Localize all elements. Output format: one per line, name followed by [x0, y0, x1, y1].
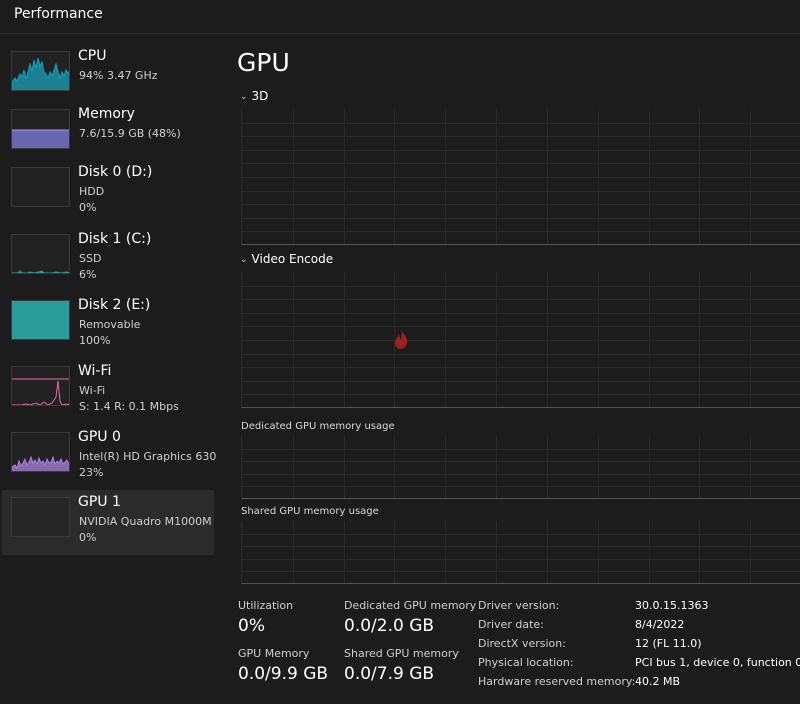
gpu-detail-panel: GPU ⌄ 3D ⌄ Video Encode Dedicated GPU memo… [214, 34, 800, 704]
sidebar-item-detail: NVIDIA Quadro M1000M [79, 515, 212, 528]
sidebar-item-disk-1[interactable]: Disk 1 (C:) SSD 6% [2, 227, 214, 292]
sidebar-item-label: GPU 0 [78, 429, 121, 445]
sidebar-item-detail: 7.6/15.9 GB (48%) [79, 127, 181, 140]
dedicated-memory-graph [241, 436, 800, 499]
dedicated-memory-value: 0.0/2.0 GB [344, 616, 435, 636]
sidebar-item-gpu-0[interactable]: GPU 0 Intel(R) HD Graphics 630 23% [2, 425, 217, 490]
engine-video-encode-graph [241, 272, 800, 408]
sidebar-item-detail: Removable [79, 318, 141, 331]
sidebar-item-label: Disk 1 (C:) [78, 231, 152, 247]
sidebar-item-gpu-1[interactable]: GPU 1 NVIDIA Quadro M1000M 0% [2, 490, 214, 555]
sidebar-item-detail: Wi-Fi [79, 384, 106, 397]
title-bar: Performance [0, 0, 800, 34]
shared-memory-graph [241, 521, 800, 584]
chevron-down-icon: ⌄ [240, 255, 248, 265]
physical-location-key: Physical location: [478, 656, 574, 669]
sidebar-item-disk-2[interactable]: Disk 2 (E:) Removable 100% [2, 293, 214, 358]
engine-selector-3d[interactable]: ⌄ 3D [240, 89, 268, 103]
physical-location-value: PCI bus 1, device 0, function 0 [635, 656, 800, 669]
disk-1-thumbnail-graph [11, 234, 70, 274]
driver-date-key: Driver date: [478, 618, 544, 631]
wifi-thumbnail-graph [11, 366, 70, 406]
engine-label: 3D [251, 89, 269, 103]
sidebar-item-label: Disk 2 (E:) [78, 297, 151, 313]
sidebar-item-detail: Intel(R) HD Graphics 630 [79, 450, 217, 463]
hardware-reserved-memory-value: 40.2 MB [635, 675, 681, 688]
engine-label: Video Encode [251, 252, 334, 266]
shared-memory-value: 0.0/7.9 GB [344, 664, 435, 684]
gpu-0-thumbnail-graph [11, 432, 70, 472]
chevron-down-icon: ⌄ [240, 92, 248, 102]
driver-version-value: 30.0.15.1363 [635, 599, 709, 612]
sidebar-item-label: CPU [78, 48, 107, 64]
gpu-1-thumbnail-graph [11, 497, 70, 537]
page-title: Performance [14, 6, 103, 22]
gpu-heading: GPU [237, 48, 290, 77]
utilization-value: 0% [238, 616, 265, 636]
sidebar-item-usage: 23% [79, 466, 104, 479]
sidebar-item-usage: 6% [79, 268, 97, 281]
sidebar-item-wifi[interactable]: Wi-Fi Wi-Fi S: 1.4 R: 0.1 Mbps [2, 359, 214, 424]
sidebar-item-cpu[interactable]: CPU 94% 3.47 GHz [2, 44, 214, 109]
directx-version-key: DirectX version: [478, 637, 566, 650]
directx-version-value: 12 (FL 11.0) [635, 637, 702, 650]
sidebar-item-usage: 100% [79, 334, 111, 347]
engine-selector-video-encode[interactable]: ⌄ Video Encode [240, 252, 333, 266]
gpu-memory-label: GPU Memory [238, 647, 310, 660]
sidebar-item-label: GPU 1 [78, 494, 121, 510]
hardware-reserved-memory-key: Hardware reserved memory: [478, 675, 636, 688]
gpu-memory-value: 0.0/9.9 GB [238, 664, 329, 684]
driver-date-value: 8/4/2022 [635, 618, 685, 631]
sidebar-item-usage: S: 1.4 R: 0.1 Mbps [79, 400, 179, 413]
sidebar-item-memory[interactable]: Memory 7.6/15.9 GB (48%) [2, 102, 214, 167]
engine-3d-graph [241, 109, 800, 245]
utilization-label: Utilization [238, 599, 294, 612]
dedicated-memory-graph-label: Dedicated GPU memory usage [241, 421, 395, 432]
sidebar-item-usage: 0% [79, 531, 97, 544]
dedicated-memory-label: Dedicated GPU memory [344, 599, 477, 612]
disk-2-thumbnail-graph [11, 300, 70, 340]
sidebar-item-disk-0[interactable]: Disk 0 (D:) HDD 0% [2, 160, 214, 225]
shared-memory-graph-label: Shared GPU memory usage [241, 506, 379, 517]
sidebar-item-detail: HDD [79, 185, 105, 198]
shared-memory-label: Shared GPU memory [344, 647, 459, 660]
sidebar-item-label: Wi-Fi [78, 363, 112, 379]
memory-thumbnail-graph [11, 109, 70, 149]
sidebar-item-detail: 94% 3.47 GHz [79, 69, 158, 82]
sidebar-item-label: Memory [78, 106, 135, 122]
flame-logo-icon [395, 329, 408, 349]
sidebar-item-label: Disk 0 (D:) [78, 164, 153, 180]
sidebar-item-usage: 0% [79, 201, 97, 214]
driver-version-key: Driver version: [478, 599, 560, 612]
cpu-thumbnail-graph [11, 51, 70, 91]
disk-0-thumbnail-graph [11, 167, 70, 207]
sidebar-item-detail: SSD [79, 252, 102, 265]
